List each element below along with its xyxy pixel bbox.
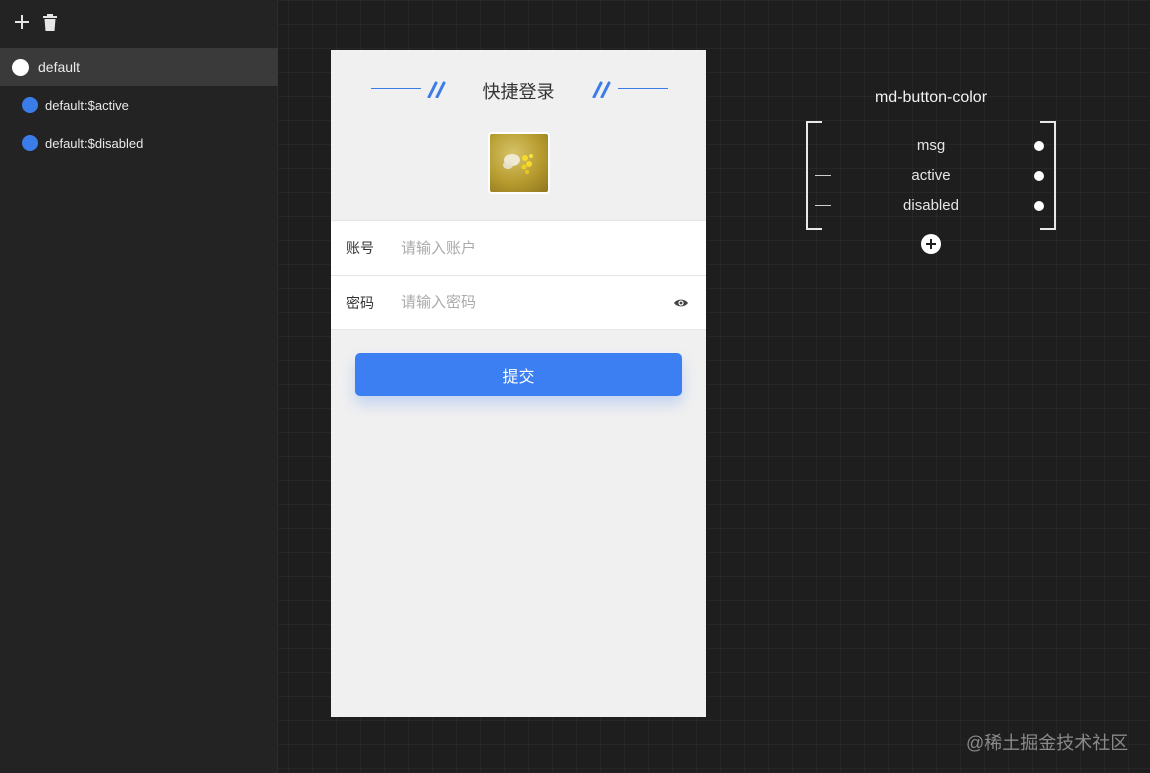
connector-dot[interactable]: [1034, 171, 1044, 181]
state-color-dot: [22, 97, 38, 113]
password-input[interactable]: [401, 287, 641, 318]
state-item-default[interactable]: default: [0, 48, 278, 86]
flower-image: [503, 154, 533, 174]
property-row-label: active: [911, 167, 951, 184]
double-slash-icon: [592, 81, 611, 98]
state-color-dot: [12, 58, 29, 76]
decor-line-right: [618, 88, 668, 89]
state-item-active[interactable]: default:$active: [0, 86, 278, 124]
avatar: [488, 132, 550, 194]
plus-icon: [15, 15, 29, 29]
property-row-msg[interactable]: msg: [806, 135, 1056, 157]
eye-icon[interactable]: [673, 296, 689, 310]
property-row-label: disabled: [903, 197, 959, 214]
state-item-label: default:$disabled: [45, 135, 144, 151]
login-header: 快捷登录: [331, 50, 706, 220]
delete-state-button[interactable]: [41, 11, 59, 33]
page-title: 快捷登录: [482, 82, 555, 102]
trash-icon: [43, 13, 57, 31]
password-field: 密码: [331, 275, 706, 330]
property-row-disabled[interactable]: disabled: [806, 195, 1056, 217]
title-row: 快捷登录: [331, 76, 706, 102]
account-field: 账号: [331, 220, 706, 275]
state-item-disabled[interactable]: default:$disabled: [0, 124, 278, 162]
account-input[interactable]: [401, 233, 641, 263]
plus-circle-icon: [926, 239, 936, 249]
watermark: @稀土掘金技术社区: [966, 733, 1129, 753]
password-label: 密码: [346, 294, 374, 311]
connector-dot[interactable]: [1034, 141, 1044, 151]
state-color-dot: [22, 135, 38, 151]
connector-dot[interactable]: [1034, 201, 1044, 211]
login-preview: 快捷登录 账号 密码: [331, 50, 706, 717]
add-state-button[interactable]: [13, 11, 31, 33]
state-item-label: default: [38, 59, 81, 75]
state-item-label: default:$active: [45, 97, 129, 113]
login-form: 账号 密码: [331, 220, 706, 330]
state-list: default default:$active default:$disable…: [0, 48, 278, 162]
property-row-active[interactable]: active: [806, 165, 1056, 187]
sidebar-toolbar: [13, 11, 59, 33]
submit-button[interactable]: 提交: [355, 353, 682, 396]
property-row-label: msg: [916, 137, 946, 154]
add-property-button[interactable]: [921, 234, 941, 254]
state-sidebar: default default:$active default:$disable…: [0, 0, 278, 773]
property-name: md-button-color: [874, 89, 988, 106]
account-label: 账号: [346, 240, 374, 256]
